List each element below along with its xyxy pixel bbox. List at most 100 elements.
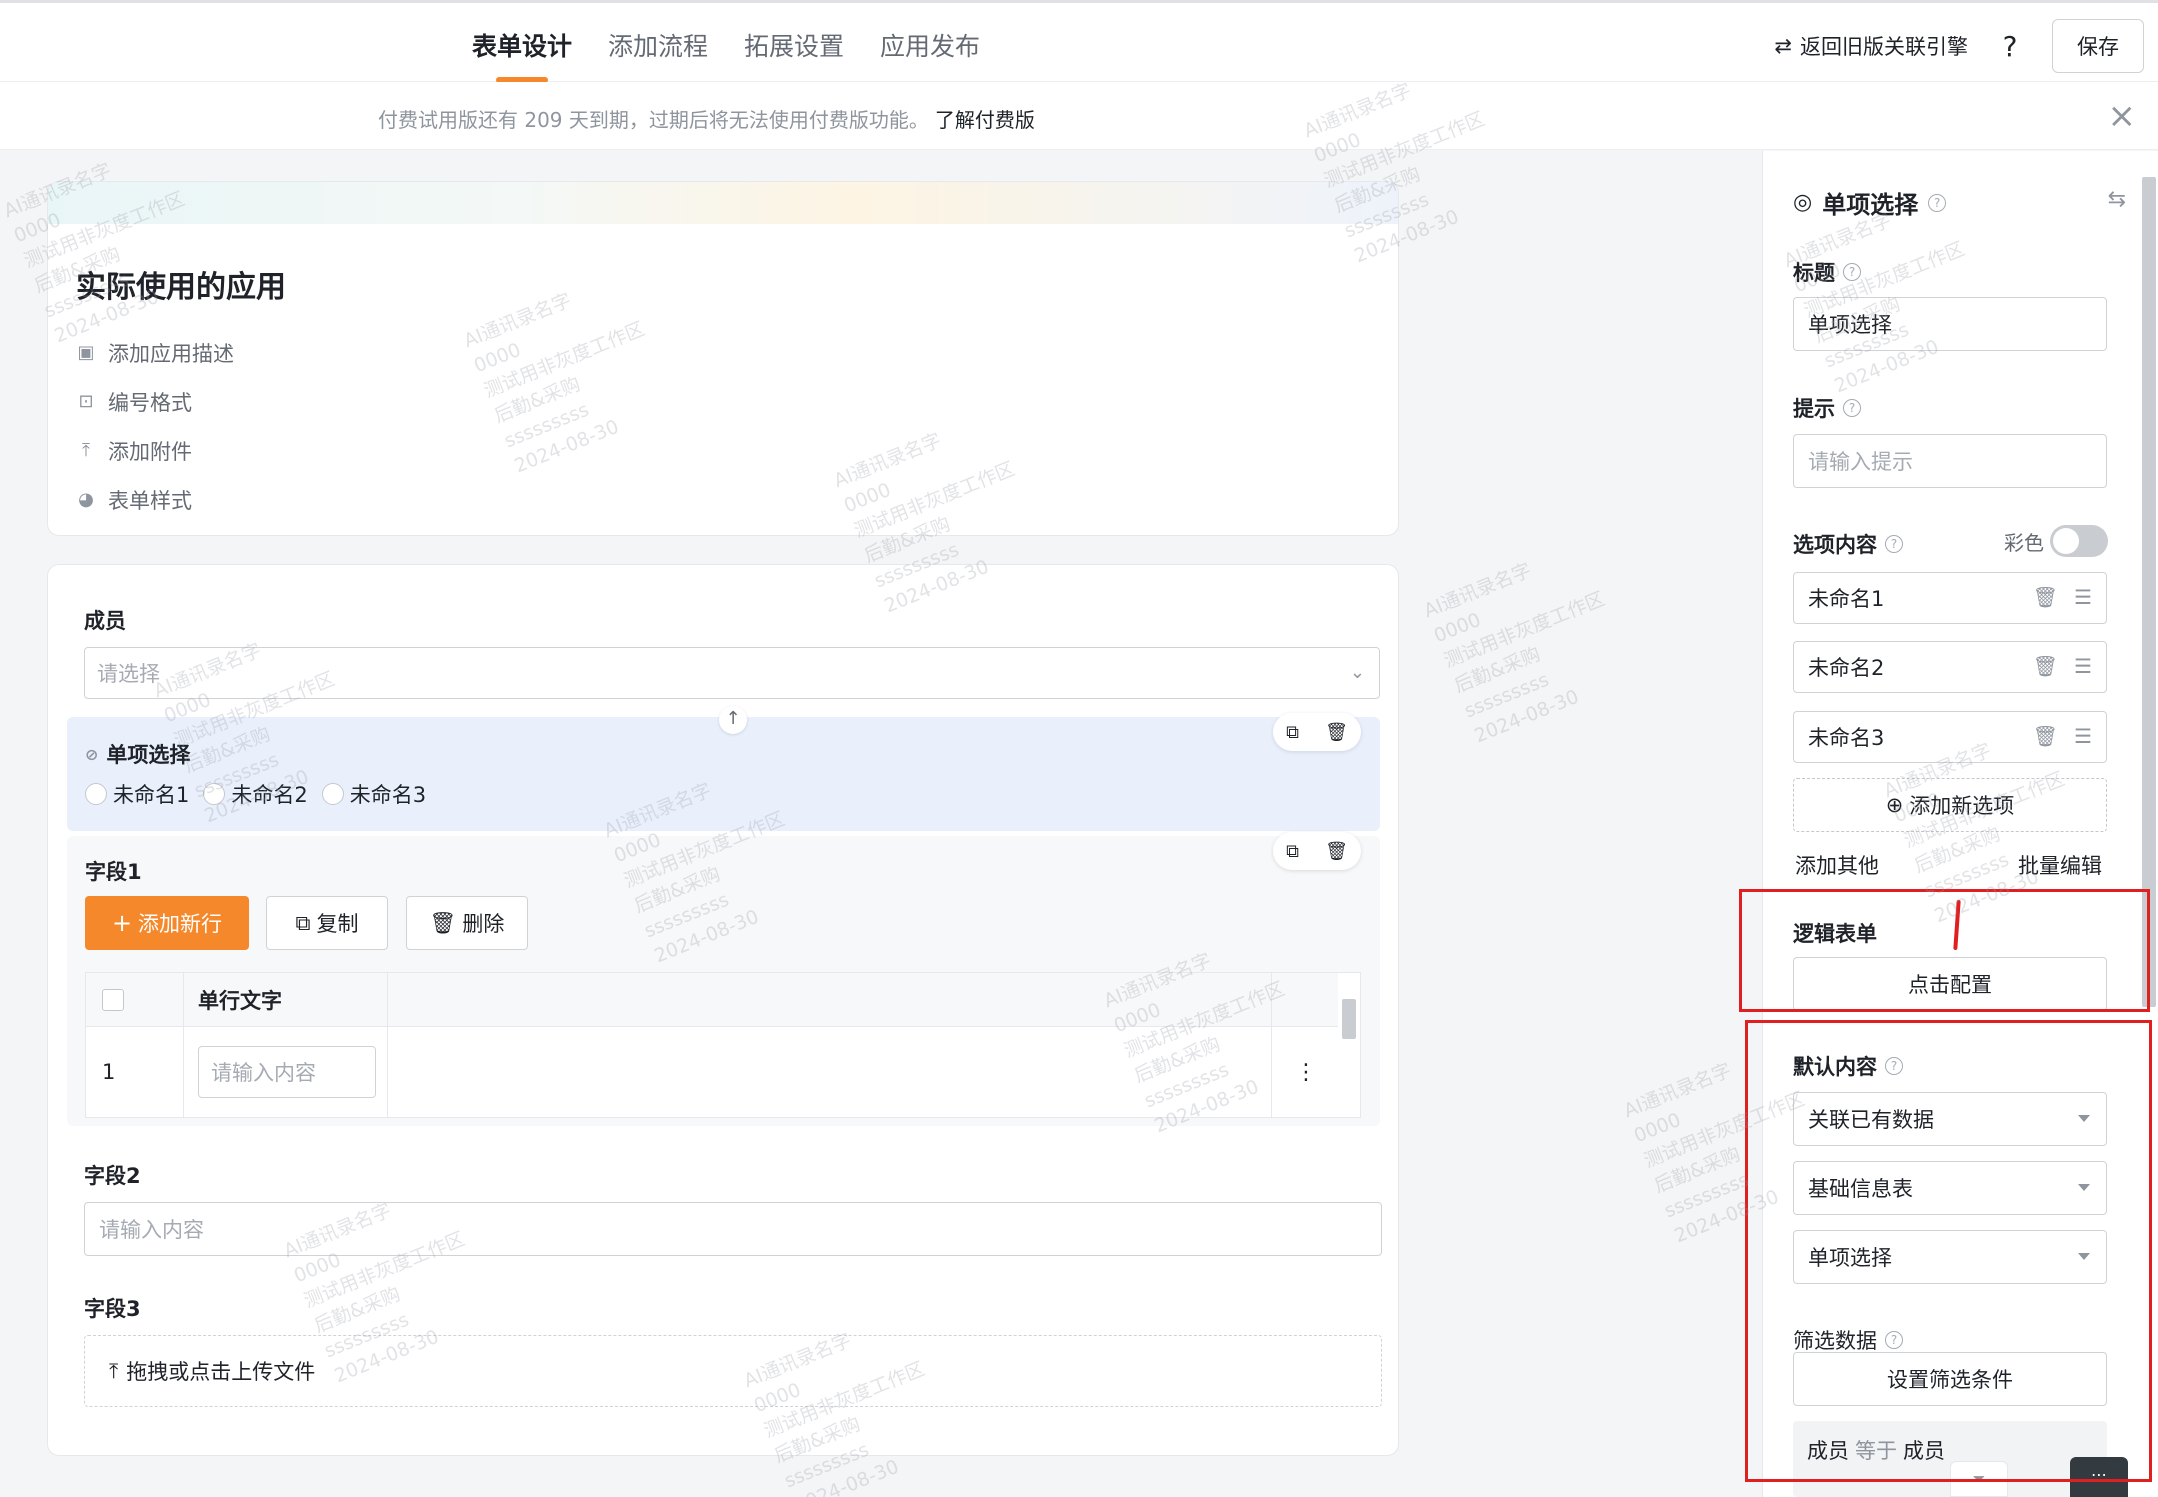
plus-icon: + (111, 909, 133, 937)
annotation-box-logic (1739, 889, 2150, 1012)
select-all-checkbox[interactable] (102, 988, 124, 1011)
radio-option-label: 未命名1 (113, 783, 190, 807)
copy-button[interactable]: ⧉ 复制 (266, 896, 388, 950)
field2-input[interactable]: 请输入内容 (84, 1202, 1382, 1256)
bulk-edit-link[interactable]: 批量编辑 (2018, 850, 2102, 880)
legacy-engine-link[interactable]: ⇄ 返回旧版关联引擎 (1774, 31, 1968, 61)
field2-label: 字段2 (84, 1164, 141, 1188)
add-row-button[interactable]: + 添加新行 (85, 896, 249, 950)
copy-icon[interactable]: ⧉ (1286, 841, 1299, 862)
annotation-box-default (1745, 1020, 2152, 1482)
number-format-item[interactable]: ⊡ 编号格式 (76, 377, 234, 426)
add-option-button[interactable]: ⊕ 添加新选项 (1793, 778, 2107, 832)
form-canvas: 实际使用的应用 ▣ 添加应用描述 ⊡ 编号格式 ⤒ 添加附件 ◕ 表单样式 成员… (0, 151, 1762, 1497)
cell-input[interactable]: 请输入内容 (198, 1046, 376, 1098)
tab-add-process[interactable]: 添加流程 (608, 27, 708, 77)
radio-field-selected[interactable]: ↑ ⧉ 🗑 ⊘ 单项选择 未命名1 未命名2 未命名3 (67, 706, 1380, 831)
copy-icon[interactable]: ⧉ (1286, 722, 1299, 743)
field-toolbar: ⧉ 🗑 (1273, 713, 1361, 751)
learn-paid-link[interactable]: 了解付费版 (935, 108, 1035, 132)
trial-message: 付费试用版还有 209 天到期，过期后将无法使用付费版功能。 (378, 108, 929, 132)
delete-button[interactable]: 🗑 删除 (406, 896, 528, 950)
help-icon[interactable]: ? (1994, 30, 2026, 63)
option-item[interactable]: 未命名1 🗑 ☰ (1793, 572, 2107, 624)
subtable-grid: 单行文字 1 请输入内容 ⋮ (85, 972, 1361, 1118)
more-vertical-icon[interactable]: ⋮ (1272, 1027, 1340, 1117)
title-input[interactable]: 单项选择 (1793, 297, 2107, 351)
text-cell: 请输入内容 (184, 1027, 388, 1117)
tab-list: 表单设计 添加流程 拓展设置 应用发布 (472, 27, 980, 83)
color-toggle[interactable] (2050, 525, 2108, 557)
add-attachment-label: 添加附件 (108, 439, 192, 464)
number-format-label: 编号格式 (108, 390, 192, 415)
upload-area[interactable]: ⤒ 拖拽或点击上传文件 (84, 1335, 1382, 1407)
trash-icon[interactable]: 🗑 (1325, 841, 1348, 862)
drag-handle-icon[interactable]: ☰ (2074, 654, 2092, 678)
copy-label: 复制 (316, 912, 359, 936)
tab-form-design[interactable]: 表单设计 (472, 27, 572, 83)
radio-circle[interactable] (203, 783, 226, 805)
column-header-empty (388, 973, 1272, 1026)
option-actions: 🗑 ☰ (2033, 724, 2092, 748)
radio-option-label: 未命名3 (349, 783, 427, 807)
number-format-icon: ⊡ (78, 391, 94, 412)
hint-setting-text: 提示 (1793, 397, 1835, 421)
copy-icon: ⧉ (295, 910, 311, 935)
options-setting-text: 选项内容 (1793, 533, 1877, 557)
drag-handle-icon[interactable]: ☰ (2074, 724, 2092, 748)
close-icon[interactable]: × (2108, 96, 2137, 136)
trial-banner-text: 付费试用版还有 209 天到期，过期后将无法使用付费版功能。 了解付费版 (378, 104, 1035, 133)
subtable-field[interactable]: ⧉ 🗑 字段1 + 添加新行 ⧉ 复制 🗑 删除 单行文字 1 请输入内容 ⋮ (67, 832, 1380, 1126)
app-header-card: 实际使用的应用 ▣ 添加应用描述 ⊡ 编号格式 ⤒ 添加附件 ◕ 表单样式 (47, 181, 1399, 536)
add-row-label: 添加新行 (138, 912, 223, 936)
member-select[interactable]: 请选择 ⌄ (84, 647, 1380, 699)
radio-circle[interactable] (321, 783, 344, 805)
app-meta-list: ▣ 添加应用描述 ⊡ 编号格式 ⤒ 添加附件 ◕ 表单样式 (76, 328, 234, 524)
form-body-card: 成员 请选择 ⌄ ↑ ⧉ 🗑 ⊘ 单项选择 未命名1 未命名2 未命名3 ⧉ 🗑… (47, 564, 1399, 1456)
top-actions: ⇄ 返回旧版关联引擎 ? 保存 (1774, 19, 2144, 73)
radio-option[interactable]: 未命名3 (321, 779, 427, 809)
save-button[interactable]: 保存 (2052, 19, 2144, 73)
add-description-item[interactable]: ▣ 添加应用描述 (76, 328, 234, 377)
question-icon[interactable]: ? (1843, 399, 1861, 417)
subtable-scrollbar[interactable] (1338, 973, 1360, 1117)
option-item[interactable]: 未命名3 🗑 ☰ (1793, 711, 2107, 763)
eye-off-icon: ⊘ (85, 744, 99, 764)
hint-setting-label: 提示 ? (1793, 393, 1861, 423)
title-setting-text: 标题 (1793, 261, 1835, 285)
radio-circle[interactable] (85, 783, 107, 805)
tab-app-publish[interactable]: 应用发布 (880, 27, 980, 77)
switch-icon[interactable]: ⇆ (2108, 187, 2126, 212)
trash-icon[interactable]: 🗑 (2033, 654, 2058, 678)
drag-handle-icon[interactable]: ☰ (2074, 585, 2092, 609)
tab-extension-settings[interactable]: 拓展设置 (744, 27, 844, 77)
arrow-up-icon[interactable]: ↑ (719, 706, 747, 734)
option-label: 未命名2 (1808, 656, 1885, 680)
app-title[interactable]: 实际使用的应用 (76, 262, 286, 306)
trash-icon[interactable]: 🗑 (2033, 724, 2058, 748)
add-other-link[interactable]: 添加其他 (1795, 850, 1879, 880)
hint-input[interactable]: 请输入提示 (1793, 434, 2107, 488)
field-toolbar: ⧉ 🗑 (1273, 832, 1361, 870)
add-description-label: 添加应用描述 (108, 341, 234, 366)
radio-option[interactable]: 未命名2 (203, 779, 308, 809)
question-icon[interactable]: ? (1928, 193, 1947, 212)
radio-option[interactable]: 未命名1 (85, 779, 189, 809)
color-toggle-wrap: 彩色 (2004, 525, 2108, 557)
radio-field-title: ⊘ 单项选择 (85, 739, 190, 769)
panel-header: ◎ 单项选择 ? (1793, 185, 1947, 220)
trash-icon[interactable]: 🗑 (1325, 722, 1348, 743)
trash-icon[interactable]: 🗑 (2033, 585, 2058, 609)
option-actions: 🗑 ☰ (2033, 654, 2092, 678)
question-icon[interactable]: ? (1843, 263, 1861, 281)
subtable-row: 1 请输入内容 ⋮ (86, 1027, 1360, 1117)
form-style-item[interactable]: ◕ 表单样式 (76, 475, 234, 524)
form-style-label: 表单样式 (108, 488, 192, 513)
panel-scrollbar-thumb[interactable] (2142, 177, 2156, 1007)
option-item[interactable]: 未命名2 🗑 ☰ (1793, 641, 2107, 693)
scrollbar-thumb[interactable] (1342, 999, 1356, 1039)
panel-title: 单项选择 (1822, 191, 1919, 219)
add-attachment-item[interactable]: ⤒ 添加附件 (76, 426, 234, 475)
question-icon[interactable]: ? (1885, 535, 1903, 553)
member-select-placeholder: 请选择 (97, 662, 160, 686)
